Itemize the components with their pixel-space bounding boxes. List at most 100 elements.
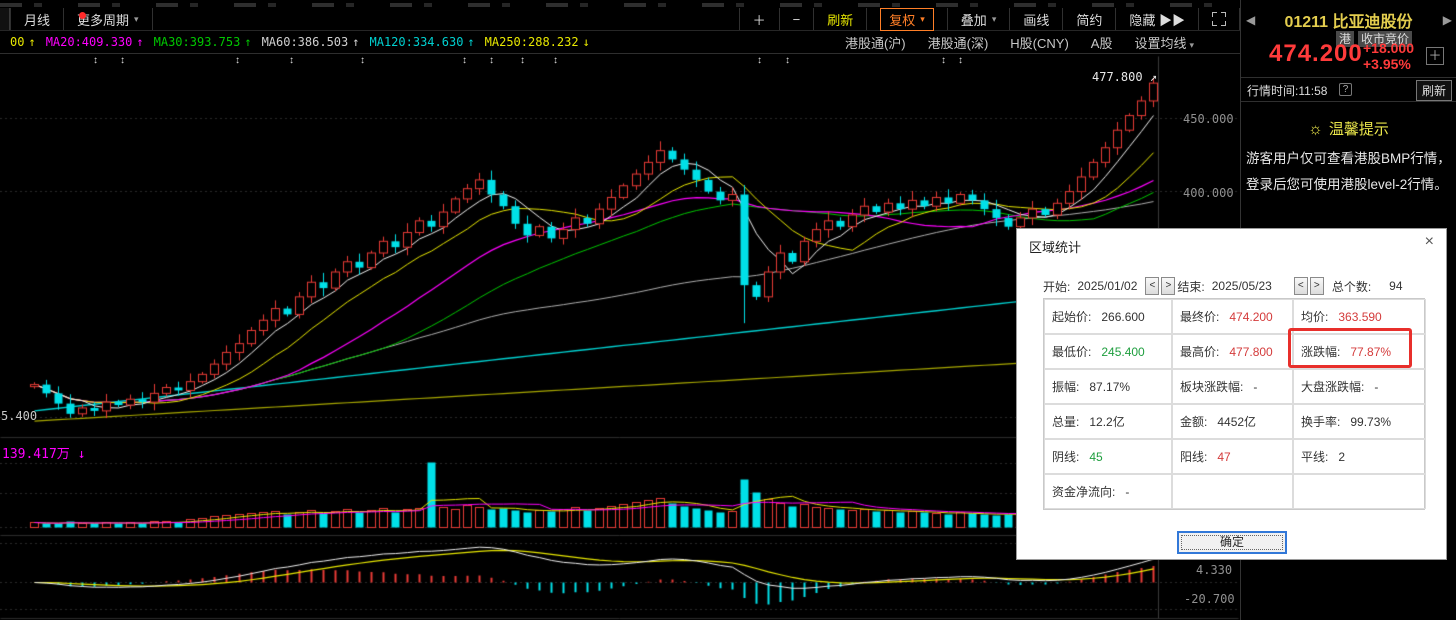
stat-value: 474.200 — [1229, 310, 1272, 324]
stat-cell: 资金净流向:- — [1044, 474, 1172, 509]
stat-value: - — [1125, 485, 1129, 499]
lightbulb-icon: ☼ — [1308, 121, 1323, 138]
stat-label: 总量: — [1052, 413, 1079, 430]
stat-label: 换手率: — [1301, 413, 1340, 430]
toolbar-button-−[interactable]: − — [780, 8, 815, 30]
button-label: − — [793, 12, 801, 27]
stat-cell: 板块涨跌幅:- — [1172, 369, 1293, 404]
quote-time: 行情时间:11:58 — [1247, 82, 1327, 99]
start-next-button[interactable]: > — [1161, 277, 1175, 295]
stat-cell: 金额:4452亿 — [1172, 404, 1293, 439]
stat-cell: 均价:363.590 — [1293, 299, 1426, 334]
toolbar-button-画线[interactable]: 画线 — [1010, 8, 1063, 30]
end-next-button[interactable]: > — [1310, 277, 1324, 295]
stat-value: - — [1374, 380, 1378, 394]
trend-arrow-icon: ↑ — [467, 35, 474, 49]
toolbar-button-叠加[interactable]: 叠加 ▾ — [948, 8, 1011, 30]
stat-value: 99.73% — [1350, 415, 1391, 429]
close-icon[interactable]: × — [1425, 234, 1434, 250]
stat-cell: 阴线: 45 — [1044, 439, 1172, 474]
tab-label: A股 — [1091, 36, 1113, 51]
period-buttons: 月线更多周期▾ — [10, 8, 153, 30]
notification-dot-icon — [79, 12, 86, 19]
trend-arrow-icon: ↑ — [244, 35, 251, 49]
button-label: 隐藏 ▶▶ — [1129, 10, 1185, 29]
button-label: 月线 — [24, 10, 50, 29]
toolbar-button-复权[interactable]: 复权 ▾ — [867, 8, 948, 30]
corner — [1221, 12, 1226, 17]
stat-label: 板块涨跌幅: — [1180, 378, 1243, 395]
stock-title: 01211 比亚迪股份 — [1241, 8, 1456, 32]
stat-label: 均价: — [1301, 308, 1328, 325]
ok-button[interactable]: 确定 — [1177, 531, 1287, 554]
tab-A股[interactable]: A股 — [1091, 33, 1113, 52]
tab-H股(CNY)[interactable]: H股(CNY) — [1010, 33, 1069, 52]
ma-text: 00 — [10, 35, 24, 49]
stat-value: 12.2亿 — [1089, 413, 1124, 430]
tab-设置均线[interactable]: 设置均线▾ — [1134, 33, 1194, 52]
toolbar-button-隐藏 ▶▶[interactable]: 隐藏 ▶▶ — [1116, 8, 1199, 30]
end-date-value: 2025/05/23 — [1212, 279, 1272, 293]
statistics-table: 起始价: 266.600 最终价:474.200均价:363.590 最低价: 245.… — [1043, 298, 1425, 510]
count-value: 94 — [1389, 279, 1402, 293]
trend-arrow-icon: ↑ — [352, 35, 359, 49]
button-label: 复权 — [889, 10, 915, 29]
refresh-quote-button[interactable]: 刷新 — [1416, 80, 1452, 101]
stat-label: 涨跌幅: — [1301, 343, 1340, 360]
stat-cell: 阳线:47 — [1172, 439, 1293, 474]
stat-value: 45 — [1089, 450, 1102, 464]
toolbar-button-＋[interactable]: ＋ — [739, 8, 780, 30]
trend-arrow-icon: ↓ — [583, 35, 590, 49]
button-label: 叠加 — [961, 10, 987, 29]
stat-label: 最低价: — [1052, 343, 1091, 360]
tab-港股通(深)[interactable]: 港股通(深) — [928, 33, 989, 52]
market-tabs: 港股通(沪) 港股通(深) H股(CNY) A股 设置均线▾ — [845, 33, 1240, 52]
help-icon[interactable]: ? — [1339, 83, 1352, 96]
ma-value-label: MA20:409.330↑ — [46, 35, 144, 49]
toolbar-button-月线[interactable]: 月线 — [10, 8, 64, 30]
add-to-watchlist-button[interactable]: ＋ — [1426, 47, 1444, 65]
toolbar-button-刷新[interactable]: 刷新 — [814, 8, 867, 30]
stat-label: 平线: — [1301, 448, 1328, 465]
stat-label: 阴线: — [1052, 448, 1079, 465]
trend-arrow-icon: ↑ — [28, 35, 35, 49]
chart-toolbar: 月线更多周期▾ ＋−刷新 复权 ▾ 叠加 ▾ 画线简约隐藏 ▶▶ — [0, 8, 1240, 31]
chevron-down-icon: ▾ — [992, 14, 997, 25]
start-prev-button[interactable]: < — [1145, 277, 1159, 295]
region-statistics-dialog: 区域统计 × 开始:2025/01/02<>结束:2025/05/23<>总个数… — [1016, 228, 1447, 560]
toolbar-button-简约[interactable]: 简约 — [1063, 8, 1116, 30]
chevron-down-icon: ▾ — [134, 14, 139, 25]
stat-cell: 换手率: 99.73% — [1293, 404, 1426, 439]
ma-value-label: 00 ↑ — [10, 35, 36, 49]
tab-label: 港股通(深) — [928, 36, 989, 51]
tip-title-text: 温馨提示 — [1329, 121, 1389, 138]
toolbar-button-expand[interactable] — [1199, 8, 1240, 30]
stat-cell: 起始价: 266.600 — [1044, 299, 1172, 334]
tip-header: ☼ 温馨提示 — [1241, 118, 1456, 139]
stat-value: 266.600 — [1101, 310, 1144, 324]
stat-label: 起始价: — [1052, 308, 1091, 325]
date-range-row: 开始:2025/01/02<>结束:2025/05/23<>总个数:94 — [1043, 276, 1403, 296]
end-prev-button[interactable]: < — [1294, 277, 1308, 295]
clipped-toolbar-button[interactable] — [0, 8, 10, 30]
app-window: 月线更多周期▾ ＋−刷新复权▾叠加▾画线简约隐藏 ▶▶ 00↑MA20:409.… — [0, 0, 1456, 620]
divider — [1241, 101, 1456, 102]
stat-cell: 涨跌幅:77.87% — [1293, 334, 1426, 369]
stat-cell: 最终价:474.200 — [1172, 299, 1293, 334]
ma-text: MA60:386.503 — [262, 35, 349, 49]
start-date-label: 开始: — [1043, 278, 1070, 295]
stat-value: 245.400 — [1101, 345, 1144, 359]
stat-cell: 最高价:477.800 — [1172, 334, 1293, 369]
tip-body-text: 游客用户仅可查看港股BMP行情，登录后您可使用港股level-2行情。 — [1246, 146, 1454, 198]
ma-value-label: MA250:288.232↓ — [485, 35, 590, 49]
tab-港股通(沪)[interactable]: 港股通(沪) — [845, 33, 906, 52]
stat-value: 87.17% — [1089, 380, 1130, 394]
clipped-top-menu — [0, 0, 1456, 8]
corner — [1212, 21, 1217, 26]
stat-cell: 大盘涨跌幅:- — [1293, 369, 1426, 404]
toolbar-button-更多周期[interactable]: 更多周期▾ — [64, 8, 153, 30]
chevron-down-icon: ▾ — [920, 14, 925, 25]
corner — [1212, 12, 1217, 17]
last-price: 474.200 — [1269, 40, 1363, 68]
count-label: 总个数: — [1332, 278, 1371, 295]
